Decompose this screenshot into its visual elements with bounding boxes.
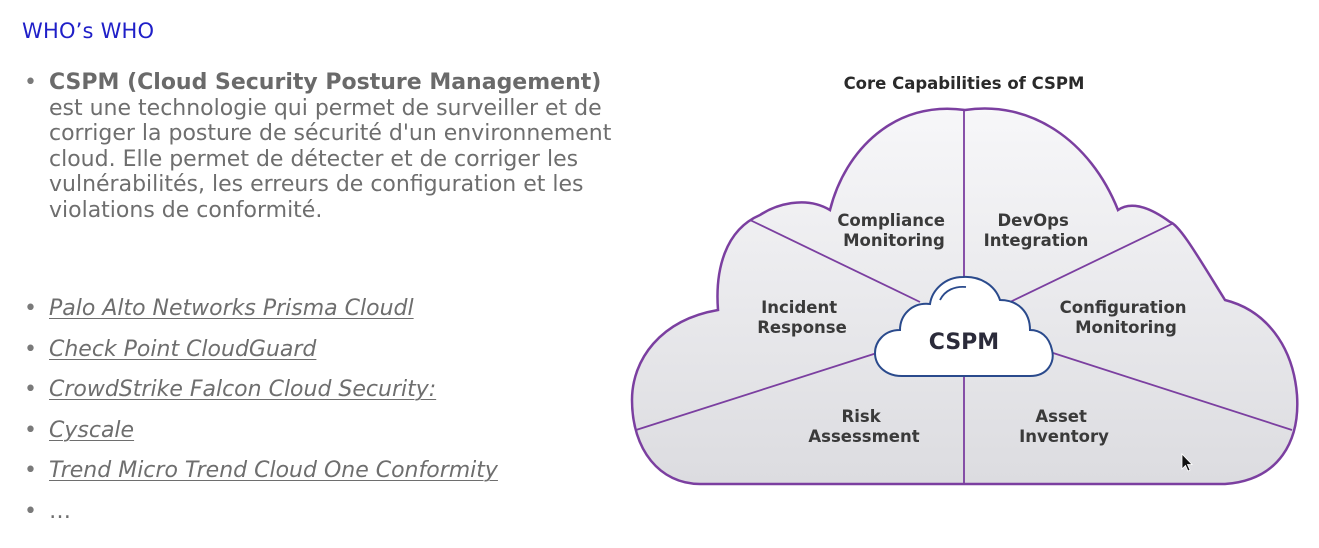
cspm-capabilities-diagram: Core Capabilities of CSPM CSPM Complianc… [630,74,1299,486]
capability-compliance-monitoring: Compliance Monitoring [837,211,950,250]
vendor-ellipsis: … [49,498,71,524]
page-title: WHO’s WHO [22,19,155,43]
bullet-dot-icon: • [24,70,37,95]
vendor-link-prisma[interactable]: Palo Alto Networks Prisma Cloudl [49,296,414,321]
vendor-list: • Palo Alto Networks Prisma Cloudl • Che… [22,294,622,538]
bullet-dot-icon: • [24,296,37,321]
bullet-dot-icon: • [24,336,37,362]
capability-devops-integration: DevOps Integration [984,211,1089,250]
bullet-dot-icon: • [24,458,37,484]
vendor-link-cyscale[interactable]: Cyscale [49,418,134,443]
center-label: CSPM [929,330,999,355]
capability-incident-response: Incident Response [757,298,847,337]
list-item: • Check Point CloudGuard [22,335,622,376]
bullet-dot-icon: • [24,377,37,403]
vendor-link-crowdstrike[interactable]: CrowdStrike Falcon Cloud Security: [49,377,436,402]
capability-configuration-monitoring: Configuration Monitoring [1060,298,1193,337]
list-item: • … [22,497,622,538]
intro-item: • CSPM (Cloud Security Posture Managemen… [22,70,632,223]
list-item: • Cyscale [22,416,622,457]
bullet-dot-icon: • [24,498,37,524]
cspm-definition: est une technologie qui permet de survei… [49,95,612,223]
vendor-link-cloudguard[interactable]: Check Point CloudGuard [49,337,316,362]
bullet-dot-icon: • [24,417,37,443]
vendor-link-trendmicro[interactable]: Trend Micro Trend Cloud One Conformity [49,458,498,483]
cspm-term: CSPM (Cloud Security Posture Management) [49,70,602,95]
list-item: • Trend Micro Trend Cloud One Conformity [22,456,622,497]
list-item: • Palo Alto Networks Prisma Cloudl [22,294,622,335]
list-item: • CrowdStrike Falcon Cloud Security: [22,375,622,416]
intro-list: • CSPM (Cloud Security Posture Managemen… [22,70,632,223]
diagram-title: Core Capabilities of CSPM [844,74,1085,93]
